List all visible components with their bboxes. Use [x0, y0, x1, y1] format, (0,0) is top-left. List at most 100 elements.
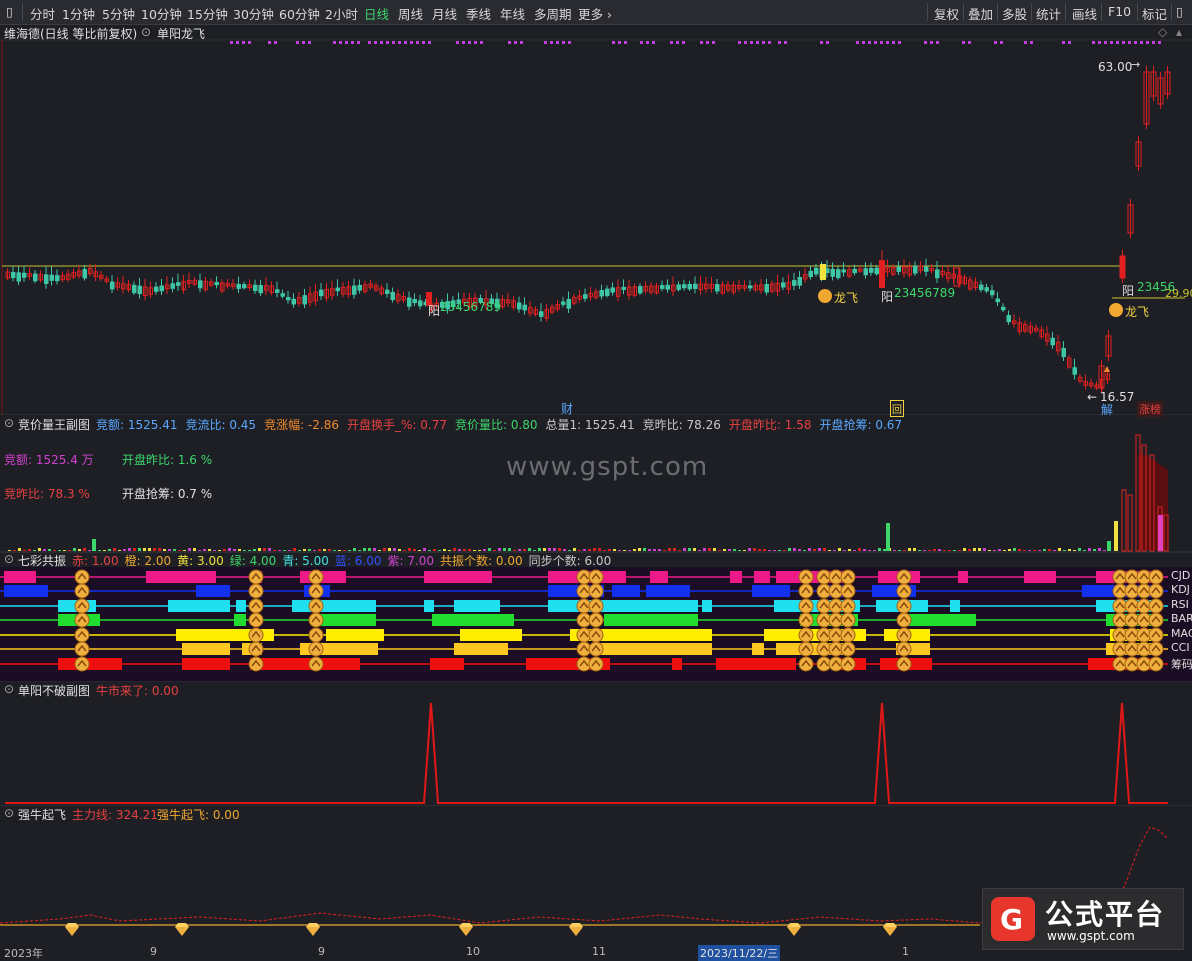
signal-dot [398, 41, 401, 44]
bid-bar [143, 548, 146, 551]
yang-label: 阳 [1122, 284, 1135, 298]
resonance-bar [908, 614, 976, 626]
bid-bar [213, 550, 216, 551]
bid-bar [813, 549, 816, 551]
bid-bar [828, 550, 831, 551]
resonance-bar [58, 658, 122, 670]
bid-bar [443, 549, 446, 551]
bid-bar [293, 548, 296, 551]
gspt-logo: G 公式平台 www.gspt.com [982, 888, 1184, 950]
signal-dot [646, 41, 649, 44]
candle-body [1061, 348, 1066, 358]
bid-bar [48, 549, 51, 551]
bid-volume-chart[interactable] [0, 415, 1192, 555]
signal-dot [968, 41, 971, 44]
signal-dot [357, 41, 360, 44]
candle-body [82, 268, 87, 279]
candle-body [852, 268, 857, 274]
diamond-signal-icon [883, 927, 897, 936]
candle-body [242, 284, 247, 289]
bid-bar [913, 548, 916, 551]
resonance-coin-icon [1148, 656, 1164, 672]
resonance-bar [292, 600, 376, 612]
candle-body [1072, 367, 1077, 375]
signal-dot [652, 41, 655, 44]
bid-bar [363, 548, 366, 551]
bid-bar [1048, 549, 1051, 551]
diamond-signal-icon [787, 927, 801, 936]
bid-bar [643, 548, 646, 551]
resonance-coin-icon [588, 641, 604, 657]
candle-body [764, 284, 769, 293]
bid-bar [278, 550, 281, 551]
bid-bar [538, 548, 541, 551]
signal-dot [930, 41, 933, 44]
signal-dot [1024, 41, 1027, 44]
candle-body [302, 295, 307, 305]
main-kline-chart[interactable] [0, 0, 1192, 415]
bid-bar [518, 549, 521, 551]
signal-dot [762, 41, 765, 44]
candle-body [522, 304, 527, 311]
bid-bar [28, 549, 31, 551]
bid-bar [298, 550, 301, 551]
logo-url: www.gspt.com [1047, 929, 1135, 943]
candle-body [748, 285, 753, 289]
resonance-coin-icon [840, 656, 856, 672]
resonance-coin-icon [896, 569, 912, 585]
signal-dot [874, 41, 877, 44]
bid-bar [983, 548, 986, 551]
resonance-row-label: CCI [1171, 641, 1190, 654]
signal-dot [670, 41, 673, 44]
candle-body [319, 289, 324, 297]
bid-bar [1088, 548, 1091, 551]
bid-bar [263, 548, 266, 551]
resonance-coin-icon [308, 641, 324, 657]
signal-dot [1030, 41, 1033, 44]
resonance-bar [432, 614, 514, 626]
bid-bar [1003, 550, 1006, 551]
bid-bar [863, 549, 866, 551]
bid-bar [908, 548, 911, 551]
resonance-coin-icon [588, 583, 604, 599]
yang-code-label: 23456789 [894, 286, 956, 300]
signal-dot [520, 41, 523, 44]
kline-candles [5, 66, 1171, 393]
signal-dot [410, 41, 413, 44]
yang-label: 阳 [428, 304, 441, 318]
bid-bar [886, 523, 890, 551]
resonance-coin-icon [248, 598, 264, 614]
candle-body [253, 284, 258, 292]
resonance-bar [460, 629, 522, 641]
resonance-coin-icon [840, 627, 856, 643]
candle-body [198, 280, 203, 289]
bid-bar [323, 549, 326, 551]
signal-dot [1122, 41, 1125, 44]
resonance-bar [182, 658, 230, 670]
indicator-value: 黄: 3.00 [177, 554, 224, 568]
seven-color-resonance-chart[interactable] [0, 567, 1192, 682]
resonance-coin-icon [588, 569, 604, 585]
signal-dot [474, 41, 477, 44]
bid-bar [343, 550, 346, 551]
resonance-bar [424, 571, 492, 583]
resonance-coin-icon [308, 612, 324, 628]
longfei-label: 龙飞 [1125, 305, 1150, 319]
signal-dot [568, 41, 571, 44]
signal-dot [248, 41, 251, 44]
signal-dot [1000, 41, 1003, 44]
signal-dot [428, 41, 431, 44]
candle-body [258, 284, 263, 294]
signal-dot [712, 41, 715, 44]
resonance-bar [604, 614, 698, 626]
indicator-toggle-icon[interactable]: ⊙ [4, 552, 14, 566]
signal-dot [624, 41, 627, 44]
longfei-label: 龙飞 [834, 291, 859, 305]
single-yang-chart[interactable] [0, 681, 1192, 807]
signal-dot [880, 41, 883, 44]
resonance-bar [650, 571, 668, 583]
signal-dot [296, 41, 299, 44]
resonance-coin-icon [840, 612, 856, 628]
signal-dot [994, 41, 997, 44]
bid-bar [688, 548, 691, 551]
